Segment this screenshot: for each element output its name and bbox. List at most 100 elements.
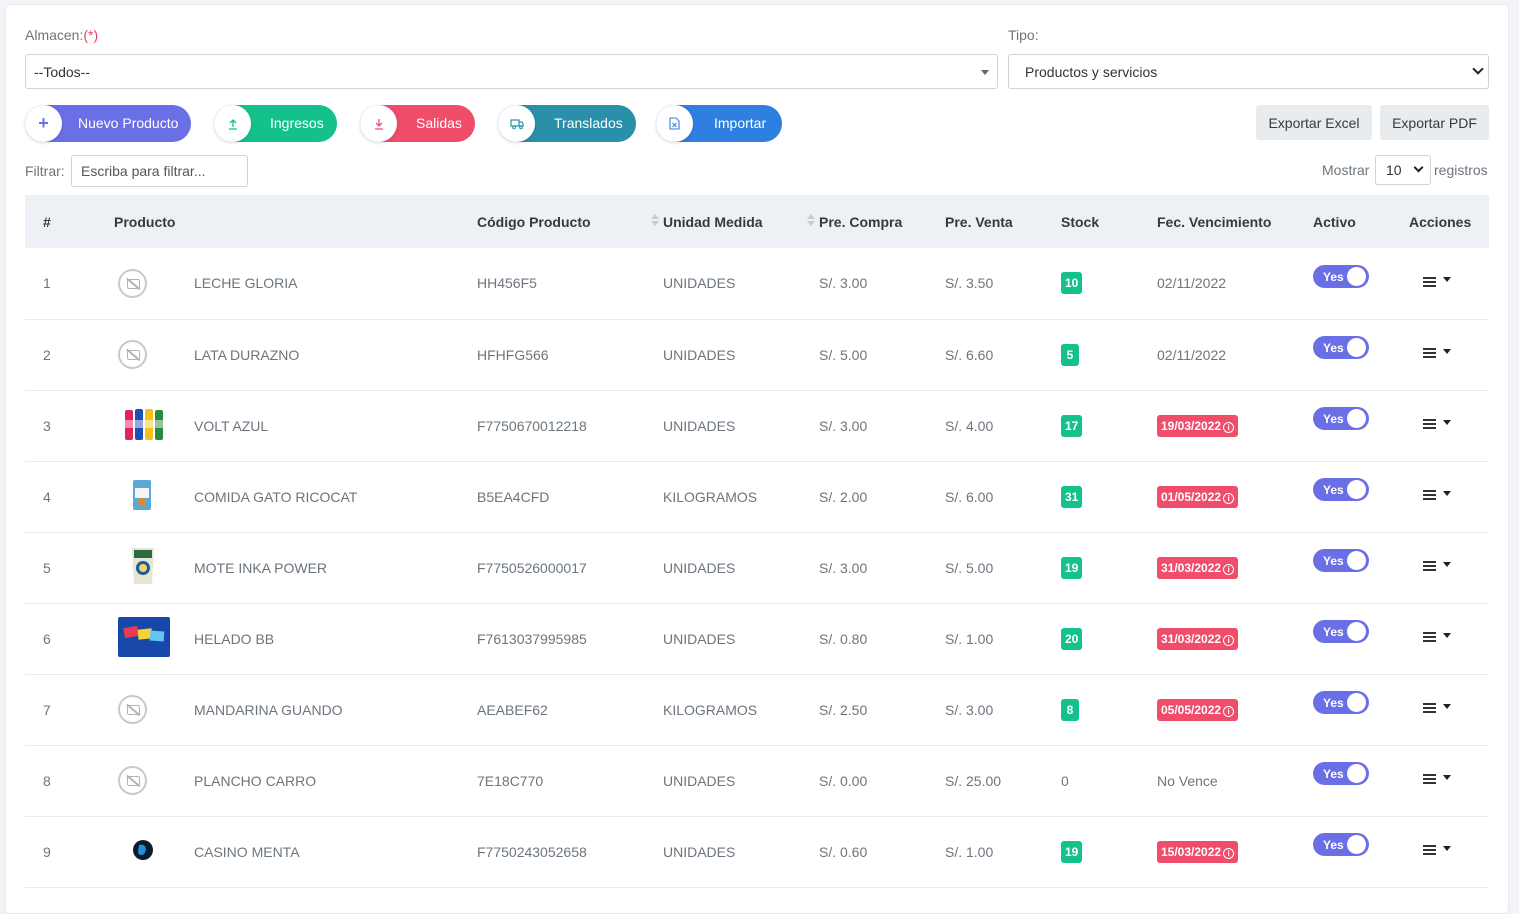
actions-menu-button[interactable]: [1423, 417, 1451, 431]
actions-menu-button[interactable]: [1423, 559, 1451, 573]
expiry-date: 15/03/2022: [1161, 844, 1222, 859]
active-toggle[interactable]: Yes: [1313, 478, 1369, 501]
menu-icon: [1423, 630, 1436, 644]
expired-badge[interactable]: 31/03/2022 i: [1157, 627, 1239, 650]
cell-producto: MOTE INKA POWER: [114, 532, 477, 603]
cell-acciones: [1409, 390, 1489, 461]
active-toggle[interactable]: Yes: [1313, 549, 1369, 572]
active-toggle[interactable]: Yes: [1313, 620, 1369, 643]
cell-codigo: F7750243052658: [477, 843, 587, 860]
header-venta[interactable]: Pre. Venta: [945, 195, 1061, 248]
cell-stock: 17: [1061, 390, 1157, 461]
stock-value: 0: [1061, 772, 1069, 789]
header-vencimiento[interactable]: Fec. Vencimiento: [1157, 195, 1313, 248]
expired-badge[interactable]: 19/03/2022 i: [1157, 414, 1239, 437]
header-codigo[interactable]: Código Producto: [477, 195, 663, 248]
sort-icon: [807, 214, 815, 226]
header-stock[interactable]: Stock: [1061, 195, 1157, 248]
cell-activo: Yes: [1313, 674, 1409, 745]
header-activo[interactable]: Activo: [1313, 195, 1409, 248]
cell-unidad: UNIDADES: [663, 559, 736, 576]
importar-button[interactable]: Importar: [656, 105, 782, 142]
stock-badge: 19: [1061, 840, 1083, 863]
expiry-date: No Vence: [1157, 772, 1218, 789]
products-table: # Producto Código Producto Unidad Medida…: [25, 195, 1489, 888]
cell-venta: S/. 3.00: [945, 701, 994, 718]
no-image-icon: [118, 695, 147, 724]
table-row: 6 HELADO BB F7613037995985 UNIDADES S/. 0.80…: [25, 603, 1489, 674]
table-row: 2 LATA DURAZNO HFHFG566 UNIDADES S/. 5.00 S/.…: [25, 319, 1489, 390]
header-num[interactable]: #: [25, 195, 114, 248]
cell-vencimiento: 05/05/2022 i: [1157, 674, 1313, 745]
exportar-pdf-button[interactable]: Exportar PDF: [1380, 105, 1489, 140]
cell-unidad: UNIDADES: [663, 417, 736, 434]
header-unidad[interactable]: Unidad Medida: [663, 195, 819, 248]
cell-vencimiento: 01/05/2022 i: [1157, 461, 1313, 532]
translados-label: Translados: [554, 115, 623, 131]
product-name: LECHE GLORIA: [194, 275, 298, 292]
cell-unidad: UNIDADES: [663, 275, 736, 292]
product-name: PLANCHO CARRO: [194, 772, 317, 789]
actions-menu-button[interactable]: [1423, 843, 1451, 857]
active-toggle[interactable]: Yes: [1313, 833, 1369, 856]
cell-producto: HELADO BB: [114, 603, 477, 674]
caret-down-icon: [981, 70, 989, 75]
cell-codigo: F7613037995985: [477, 630, 587, 647]
toggle-label: Yes: [1323, 554, 1344, 568]
info-icon: i: [1223, 492, 1235, 504]
product-name: HELADO BB: [194, 630, 275, 647]
expired-badge[interactable]: 15/03/2022 i: [1157, 840, 1239, 863]
cell-stock: 19: [1061, 532, 1157, 603]
actions-menu-button[interactable]: [1423, 275, 1451, 289]
active-toggle[interactable]: Yes: [1313, 264, 1369, 288]
toggle-knob: [1347, 835, 1366, 854]
info-icon: i: [1223, 847, 1235, 859]
salidas-button[interactable]: Salidas: [360, 105, 475, 142]
table-row: 3 VOLT AZUL F7750670012218 UNIDADES S/. 3.00…: [25, 390, 1489, 461]
stock-badge: 5: [1061, 343, 1079, 366]
stock-badge: 10: [1061, 272, 1083, 295]
expiry-date: 01/05/2022: [1161, 489, 1222, 504]
product-name: LATA DURAZNO: [194, 346, 300, 363]
header-compra[interactable]: Pre. Compra: [819, 195, 945, 248]
page-length-select[interactable]: 10: [1375, 155, 1431, 185]
cell-activo: Yes: [1313, 745, 1409, 816]
tipo-select[interactable]: Productos y servicios: [1008, 54, 1489, 89]
caret-down-icon: [1443, 419, 1451, 425]
actions-menu-button[interactable]: [1423, 772, 1451, 786]
toggle-knob: [1347, 693, 1366, 712]
cell-activo: Yes: [1313, 319, 1409, 390]
truck-icon: [498, 105, 535, 142]
filter-input[interactable]: Escriba para filtrar...: [71, 155, 248, 187]
expired-badge[interactable]: 05/05/2022 i: [1157, 698, 1239, 721]
toggle-knob: [1347, 764, 1366, 783]
actions-menu-button[interactable]: [1423, 346, 1451, 360]
ingresos-button[interactable]: Ingresos: [214, 105, 337, 142]
toggle-label: Yes: [1323, 696, 1344, 710]
cell-num: 7: [43, 701, 51, 718]
nuevo-producto-button[interactable]: + Nuevo Producto: [25, 105, 191, 142]
cell-compra: S/. 2.00: [819, 488, 868, 505]
header-producto[interactable]: Producto: [114, 195, 477, 248]
translados-button[interactable]: Translados: [498, 105, 636, 142]
filter-label: Filtrar:: [25, 163, 65, 179]
actions-menu-button[interactable]: [1423, 630, 1451, 644]
active-toggle[interactable]: Yes: [1313, 407, 1369, 430]
actions-menu-button[interactable]: [1423, 701, 1451, 715]
cell-compra: S/. 3.00: [819, 559, 868, 576]
cell-producto: COMIDA GATO RICOCAT: [114, 461, 477, 532]
cell-activo: Yes: [1313, 248, 1409, 319]
cell-compra: S/. 3.00: [819, 275, 868, 292]
expired-badge[interactable]: 31/03/2022 i: [1157, 556, 1239, 579]
table-row: 5 MOTE INKA POWER F7750526000017 UNIDADES S/…: [25, 532, 1489, 603]
active-toggle[interactable]: Yes: [1313, 691, 1369, 714]
almacen-select-value: --Todos--: [34, 64, 91, 80]
exportar-excel-button[interactable]: Exportar Excel: [1256, 105, 1372, 140]
actions-menu-button[interactable]: [1423, 488, 1451, 502]
almacen-select[interactable]: --Todos--: [25, 54, 998, 89]
cell-producto: LECHE GLORIA: [114, 248, 477, 319]
active-toggle[interactable]: Yes: [1313, 762, 1369, 785]
product-thumbnail: [123, 406, 165, 445]
active-toggle[interactable]: Yes: [1313, 336, 1369, 359]
expired-badge[interactable]: 01/05/2022 i: [1157, 485, 1239, 508]
